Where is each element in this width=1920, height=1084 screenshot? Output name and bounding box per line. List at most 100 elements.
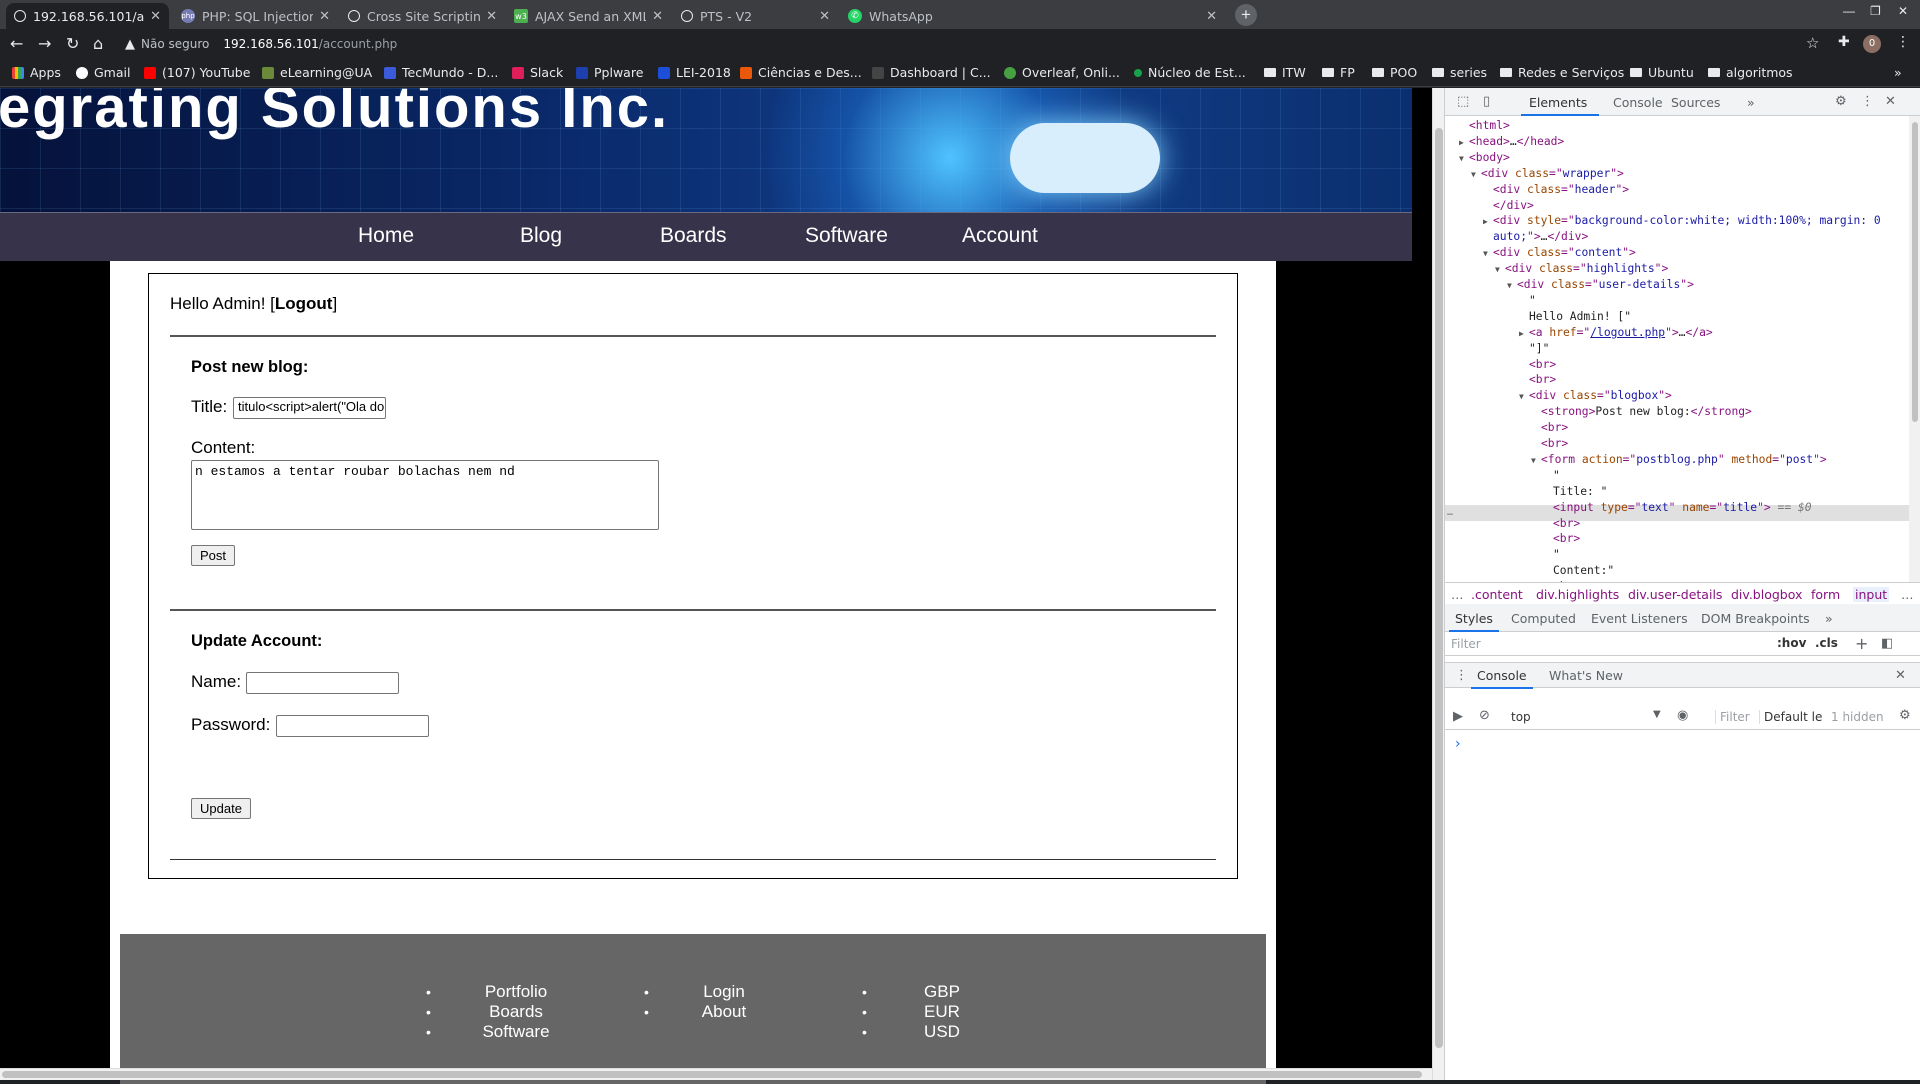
bookmark-overleaf[interactable]: Overleaf, Onli... <box>1004 65 1120 80</box>
collapse-arrow-icon[interactable]: ▼ <box>1483 246 1493 262</box>
bookmark-pplware[interactable]: Pplware <box>576 65 643 80</box>
collapse-arrow-icon[interactable]: ▼ <box>1471 167 1481 183</box>
eye-icon[interactable]: ◉ <box>1677 708 1688 723</box>
bookmark-youtube[interactable]: (107) YouTube <box>144 65 250 80</box>
hover-state-button[interactable]: :hov <box>1777 636 1806 650</box>
log-levels-dropdown[interactable]: Default le <box>1759 710 1822 724</box>
plus-icon[interactable]: + <box>1855 634 1868 653</box>
breadcrumb-item[interactable]: div.blogbox <box>1731 587 1802 602</box>
restore-icon[interactable]: ❐ <box>1870 4 1881 18</box>
dom-node-line[interactable]: ▼ <div class="user-details"> <box>1507 277 1694 294</box>
bookmark-elearning[interactable]: eLearning@UA <box>262 65 372 80</box>
tab-whats-new[interactable]: What's New <box>1549 668 1623 683</box>
footer-link-gbp[interactable]: GBP <box>862 982 982 1002</box>
tab-styles[interactable]: Styles <box>1455 611 1493 626</box>
close-tab-icon[interactable]: ✕ <box>150 9 161 24</box>
footer-link-about[interactable]: About <box>644 1002 764 1022</box>
close-devtools-icon[interactable]: ✕ <box>1885 94 1896 109</box>
settings-gear-icon[interactable]: ⚙ <box>1835 94 1847 109</box>
nav-blog[interactable]: Blog <box>520 224 562 248</box>
footer-link-login[interactable]: Login <box>644 982 764 1002</box>
dom-node-line[interactable]: ▶ <div style="background-color:white; wid… <box>1483 213 1881 230</box>
dom-node-line[interactable]: ▼ <form action="postblog.php" method="pos… <box>1531 452 1827 469</box>
tab-whatsapp[interactable]: ✆ WhatsApp ✕ <box>840 3 1225 29</box>
dom-scrollbar[interactable] <box>1909 116 1920 582</box>
bookmark-gmail[interactable]: Gmail <box>76 65 130 80</box>
expand-arrow-icon[interactable]: ▶ <box>1459 135 1469 151</box>
footer-link-software[interactable]: Software <box>426 1022 566 1042</box>
dom-node-line[interactable]: <br> <box>1519 372 1556 388</box>
inspect-element-icon[interactable]: ⬚ <box>1457 94 1469 109</box>
dropdown-arrow-icon[interactable]: ▼ <box>1653 709 1661 720</box>
console-filter-input[interactable]: Filter <box>1715 710 1750 724</box>
post-button[interactable]: Post <box>191 545 236 566</box>
more-tabs-button[interactable]: » <box>1825 611 1833 626</box>
collapse-arrow-icon[interactable]: ▼ <box>1519 389 1529 405</box>
collapse-arrow-icon[interactable]: ▼ <box>1495 262 1505 278</box>
collapse-arrow-icon[interactable]: ▼ <box>1531 453 1541 469</box>
scrollbar-thumb[interactable] <box>2 1071 1422 1078</box>
tab-event-listeners[interactable]: Event Listeners <box>1591 611 1688 626</box>
dom-node-line[interactable]: ▶ <a href="/logout.php">…</a> <box>1519 325 1713 342</box>
page-vertical-scrollbar[interactable] <box>1432 88 1444 1080</box>
dom-node-line[interactable]: <input type="text" name="title"> == $0 <box>1543 500 1812 516</box>
clear-console-icon[interactable]: ⊘ <box>1479 708 1490 723</box>
expand-arrow-icon[interactable]: ▶ <box>1483 214 1493 230</box>
bookmark-apps[interactable]: Apps <box>12 65 61 80</box>
device-toolbar-icon[interactable]: ▯ <box>1483 94 1490 109</box>
scrollbar-thumb[interactable] <box>1435 128 1443 1048</box>
scrollbar-thumb[interactable] <box>1912 122 1918 422</box>
bookmark-lei[interactable]: LEI-2018 <box>658 65 731 80</box>
dom-node-line[interactable]: ▼ <div class="blogbox"> <box>1519 388 1672 405</box>
class-toggle-button[interactable]: .cls <box>1815 636 1838 650</box>
dom-node-line[interactable]: <strong>Post new blog:</strong> <box>1531 404 1752 420</box>
kebab-menu-icon[interactable]: ⋮ <box>1896 34 1910 50</box>
footer-link-eur[interactable]: EUR <box>862 1002 982 1022</box>
bookmark-folder-fp[interactable]: FP <box>1322 65 1355 80</box>
logout-link[interactable]: Logout <box>275 294 333 313</box>
tab-account[interactable]: 192.168.56.101/account.p ✕ <box>6 3 169 29</box>
expand-arrow-icon[interactable]: ▶ <box>1519 326 1529 342</box>
footer-link-boards[interactable]: Boards <box>426 1002 566 1022</box>
bookmark-folder-ubuntu[interactable]: Ubuntu <box>1630 65 1694 80</box>
close-drawer-icon[interactable]: ✕ <box>1895 668 1906 683</box>
context-selector[interactable]: top <box>1511 710 1531 724</box>
footer-link-usd[interactable]: USD <box>862 1022 982 1042</box>
profile-avatar[interactable]: 0 <box>1863 35 1881 53</box>
breadcrumb-item[interactable]: … <box>1451 587 1464 602</box>
breadcrumb-item[interactable]: .content <box>1471 587 1523 602</box>
close-tab-icon[interactable]: ✕ <box>319 9 330 24</box>
collapse-arrow-icon[interactable]: ▼ <box>1507 278 1517 294</box>
tab-ajax[interactable]: w3 AJAX Send an XMLHttpRe ✕ <box>506 3 671 29</box>
dom-node-line[interactable]: <br> <box>1519 357 1556 373</box>
dom-node-line[interactable]: <br> <box>1543 516 1580 532</box>
close-tab-icon[interactable]: ✕ <box>652 9 663 24</box>
more-tabs-button[interactable]: » <box>1747 95 1755 110</box>
ellipsis-icon[interactable]: … <box>1447 505 1453 521</box>
dom-node-line[interactable]: " <box>1543 547 1560 563</box>
tab-php-sql-injection[interactable]: php PHP: SQL Injection - Manu ✕ <box>173 3 338 29</box>
breadcrumb-item[interactable]: form <box>1811 587 1840 602</box>
breadcrumb-item[interactable]: div.user-details <box>1628 587 1722 602</box>
forward-icon[interactable]: → <box>38 34 51 53</box>
sidebar-toggle-icon[interactable]: ▶ <box>1453 709 1463 724</box>
dom-node-line[interactable]: Content:" <box>1543 563 1614 579</box>
breadcrumb-item[interactable]: div.highlights <box>1536 587 1619 602</box>
bookmark-folder-itw[interactable]: ITW <box>1264 65 1306 80</box>
tab-console[interactable]: Console <box>1613 95 1663 110</box>
url-bar[interactable]: ▲ Não seguro 192.168.56.101 /account.php <box>125 32 1795 56</box>
tab-dom-breakpoints[interactable]: DOM Breakpoints <box>1701 611 1810 626</box>
bookmark-ciencias[interactable]: Ciências e Des... <box>740 65 862 80</box>
tab-drawer-console[interactable]: Console <box>1477 668 1527 683</box>
page-horizontal-scrollbar[interactable] <box>0 1068 1432 1080</box>
dom-node-line[interactable]: <div class="header"> <box>1483 182 1629 198</box>
kebab-menu-icon[interactable]: ⋮ <box>1861 94 1874 109</box>
nav-boards[interactable]: Boards <box>660 224 727 248</box>
more-bookmarks-button[interactable]: » <box>1894 65 1902 80</box>
dom-node-line[interactable]: <br> <box>1543 531 1580 547</box>
bookmark-nucleo[interactable]: Núcleo de Est... <box>1134 65 1246 80</box>
dom-node-line[interactable]: "]" <box>1519 341 1549 357</box>
dom-node-line[interactable]: ▼ <div class="highlights"> <box>1495 261 1668 278</box>
close-tab-icon[interactable]: ✕ <box>819 9 830 24</box>
bookmark-dashboard[interactable]: Dashboard | C... <box>872 65 991 80</box>
